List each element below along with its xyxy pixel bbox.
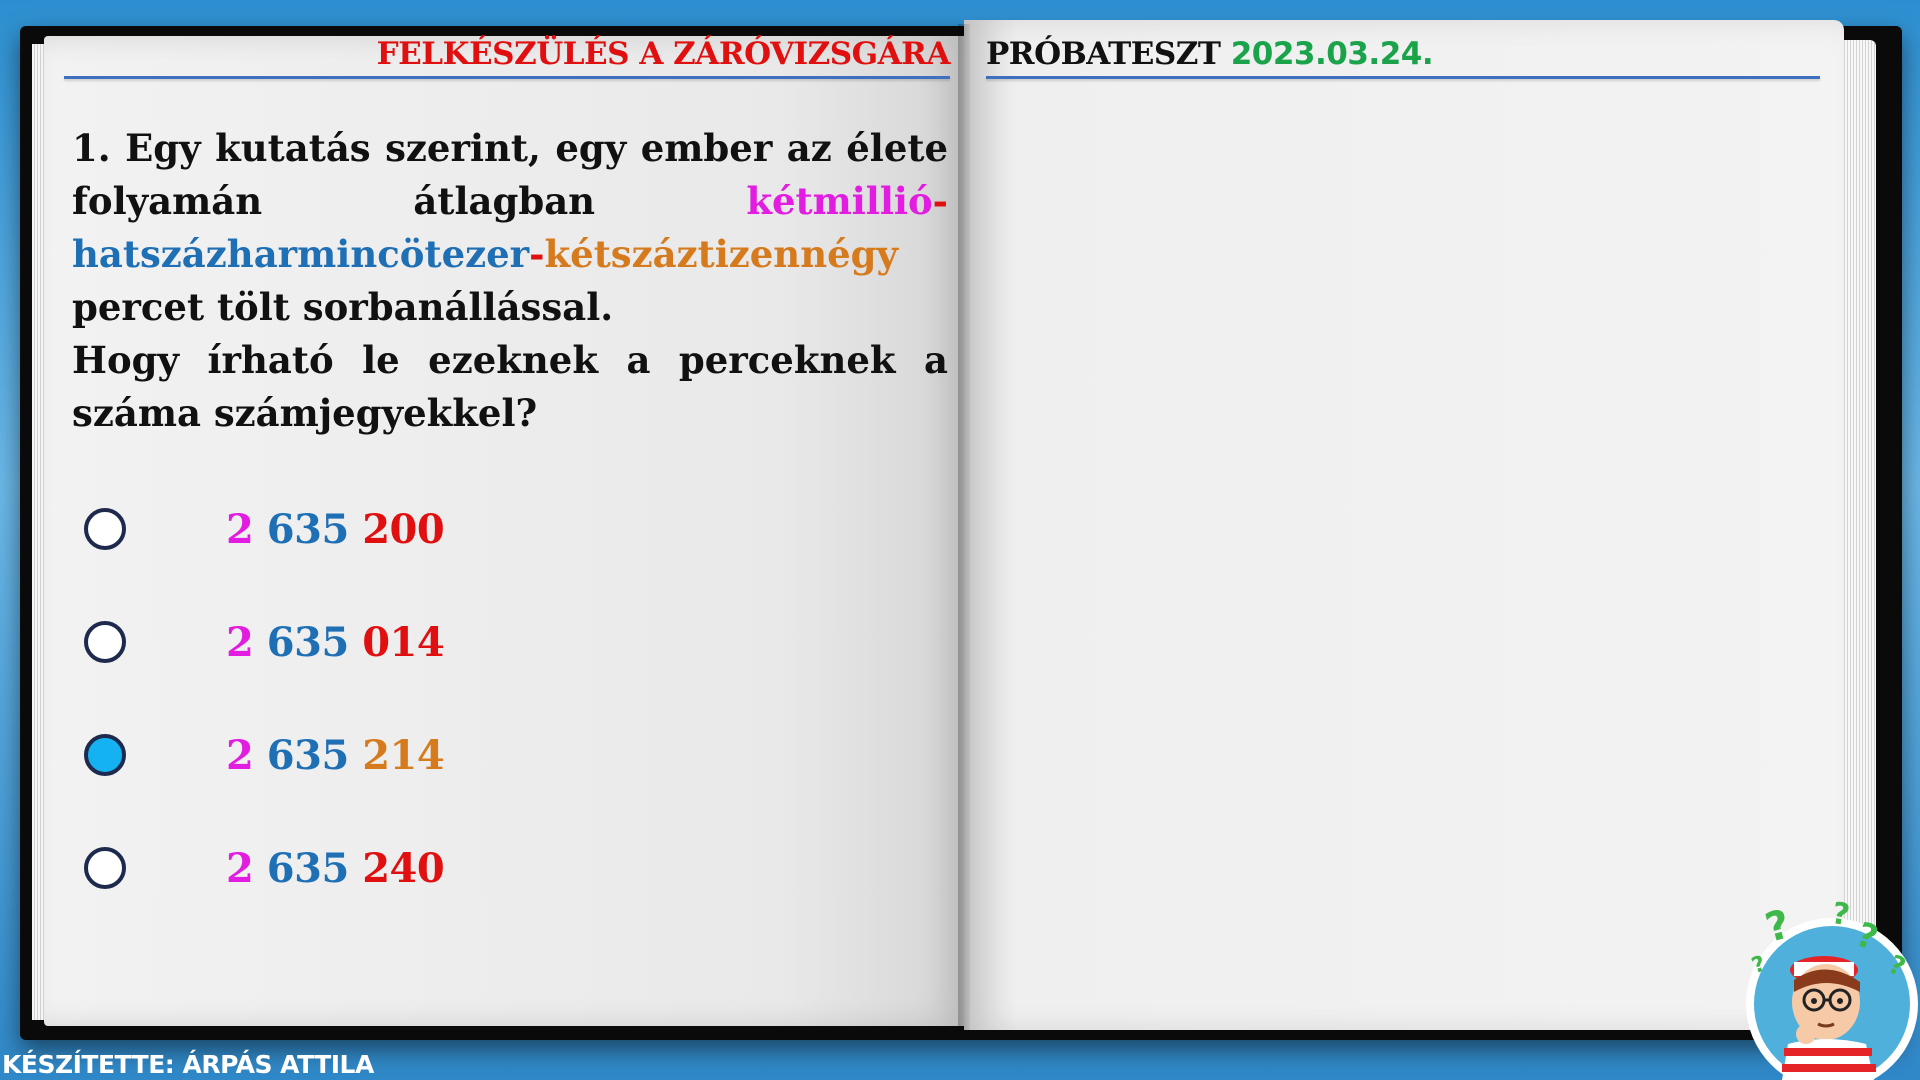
right-page	[964, 20, 1844, 1030]
radio-button[interactable]	[84, 508, 126, 550]
answer-option-4[interactable]: 2 635 240	[84, 842, 445, 894]
thousands-digits: 635	[266, 618, 350, 666]
number-dash-2: -	[529, 232, 545, 276]
number-word-units: kétszáztizennégy	[544, 232, 899, 276]
answer-option-2[interactable]: 2 635 014	[84, 616, 445, 668]
thousands-digits: 635	[266, 731, 350, 779]
thinking-character-icon: ? ? ? ? ?	[1746, 896, 1918, 1080]
test-title: PRÓBATESZT	[986, 36, 1221, 72]
header-test-label: PRÓBATESZT 2023.03.24.	[986, 36, 1506, 72]
units-digits: 014	[362, 618, 445, 666]
number-word-millions: kétmillió	[746, 179, 933, 223]
millions-digits: 2	[226, 844, 254, 892]
answer-option-3[interactable]: 2 635 214	[84, 729, 445, 781]
units-digits: 240	[362, 844, 445, 892]
millions-digits: 2	[226, 618, 254, 666]
number-word-thousands: hatszázharmincötezer	[72, 232, 530, 276]
radio-button[interactable]	[84, 621, 126, 663]
number-dash-1: -	[932, 179, 948, 223]
author-credit: KÉSZÍTETTE: ÁRPÁS ATTILA	[2, 1050, 374, 1079]
answer-value: 2 635 200	[226, 505, 445, 553]
radio-button-selected[interactable]	[84, 734, 126, 776]
question-ask: Hogy írható le ezeknek a perceknek a szá…	[72, 338, 948, 435]
answer-value: 2 635 240	[226, 844, 445, 892]
right-divider	[986, 76, 1820, 79]
thousands-digits: 635	[266, 844, 350, 892]
question-outro: percet tölt sorbanállással.	[72, 285, 614, 329]
radio-button[interactable]	[84, 847, 126, 889]
book-spine	[958, 24, 970, 1030]
answer-value: 2 635 214	[226, 731, 445, 779]
svg-text:?: ?	[1761, 901, 1795, 951]
question-text: 1. Egy kutatás szerint, egy ember az éle…	[72, 122, 948, 440]
millions-digits: 2	[226, 505, 254, 553]
units-digits: 214	[362, 731, 445, 779]
left-divider	[64, 76, 950, 79]
test-date: 2023.03.24.	[1230, 36, 1434, 72]
answer-option-1[interactable]: 2 635 200	[84, 503, 445, 555]
answer-value: 2 635 014	[226, 618, 445, 666]
header-title: FELKÉSZÜLÉS A ZÁRÓVIZSGÁRA	[376, 36, 951, 72]
thousands-digits: 635	[266, 505, 350, 553]
millions-digits: 2	[226, 731, 254, 779]
units-digits: 200	[362, 505, 445, 553]
